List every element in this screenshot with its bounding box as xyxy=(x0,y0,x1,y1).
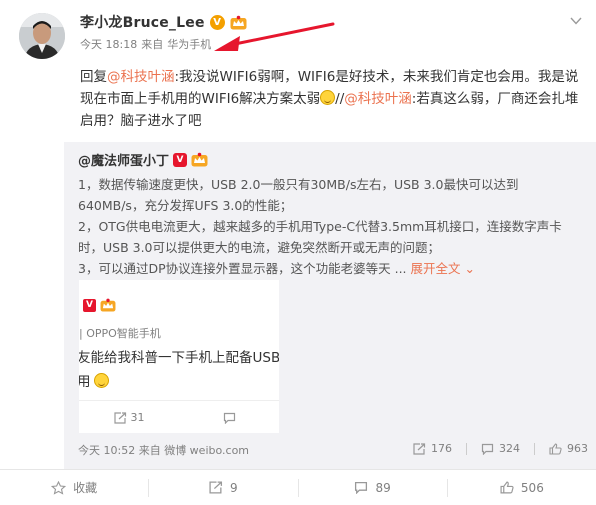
original-author-name[interactable]: @魔法师蛋小丁 xyxy=(78,150,169,169)
original-author: @魔法师蛋小丁 V xyxy=(78,150,208,169)
mention-link[interactable]: @科技叶涵 xyxy=(107,69,175,85)
original-text: 1，数据传输速度更快，USB 2.0一般只有30MB/s左右，USB 3.0最快… xyxy=(78,174,583,279)
comment-icon xyxy=(223,412,235,424)
divider xyxy=(534,442,535,455)
original-line-text: 3，可以通过DP协议连接外置显示器，这个功能老婆等天 ... xyxy=(78,261,411,276)
post-action-bar: 收藏 9 89 506 xyxy=(0,469,596,505)
weibo-post-card: 李小龙Bruce_Lee V 今天 18:18 来自 华为手机 回复@科技叶涵:… xyxy=(0,0,596,504)
annotation-arrow-icon xyxy=(214,22,335,51)
share-icon xyxy=(209,481,223,494)
avatar[interactable] xyxy=(19,13,65,59)
repost-count: 9 xyxy=(230,480,238,495)
original-line: 1，数据传输速度更快，USB 2.0一般只有30MB/s左右，USB 3.0最快… xyxy=(78,177,519,213)
share-icon xyxy=(113,411,126,424)
embed-text-line: 用 xyxy=(79,370,109,390)
thumbs-up-icon xyxy=(549,442,562,455)
original-line: 3，可以通过DP协议连接外置显示器，这个功能老婆等天 ... 展开全文 ⌄ xyxy=(78,258,583,279)
original-comment-button[interactable]: 324 xyxy=(481,442,520,455)
comment-count: 89 xyxy=(375,480,391,495)
mention-link[interactable]: @科技叶涵 xyxy=(344,91,412,107)
laugh-cry-emoji-icon xyxy=(320,90,336,105)
avatar-image xyxy=(19,13,65,59)
chevron-down-icon[interactable] xyxy=(570,16,582,26)
embed-repost-count: 31 xyxy=(130,411,145,424)
post-time[interactable]: 今天 18:18 xyxy=(80,36,137,52)
embed-source: | OPPO智能手机 xyxy=(79,327,161,340)
embedded-post-card[interactable]: V | OPPO智能手机 友能给我科普一下手机上配备USB 用 31 xyxy=(79,280,279,433)
post-meta: 今天 18:18 来自 华为手机 xyxy=(80,36,211,52)
verified-badge-icon: V xyxy=(83,298,96,312)
original-line: 2，OTG供电电流更大，越来越多的手机用Type-C代替3.5mm耳机接口，连接… xyxy=(78,219,562,255)
from-label: 来自 xyxy=(141,38,164,51)
favorite-button[interactable]: 收藏 xyxy=(0,479,148,497)
comment-icon xyxy=(481,443,494,455)
post-text: 回复@科技叶涵:我没说WIFI6弱啊，WIFI6是好技术，未来我们肯定也会用。我… xyxy=(80,66,580,132)
embed-text: 友能给我科普一下手机上配备USB xyxy=(79,350,279,366)
star-icon xyxy=(51,480,67,495)
reply-prefix: 回复 xyxy=(80,69,107,85)
reply-separator: // xyxy=(335,91,345,107)
like-count: 506 xyxy=(520,480,544,495)
reposted-content[interactable]: @魔法师蛋小丁 V 1，数据传输速度更快，USB 2.0一般只有30MB/s左右… xyxy=(64,142,596,469)
expand-full-text-link[interactable]: 展开全文 ⌄ xyxy=(410,261,474,276)
vip-crown-icon xyxy=(100,298,116,312)
embed-comment-button[interactable] xyxy=(179,412,279,424)
verified-badge-icon: V xyxy=(173,152,188,167)
embed-text: 用 xyxy=(79,374,91,390)
original-like-button[interactable]: 963 xyxy=(549,442,588,455)
embed-repost-button[interactable]: 31 xyxy=(79,411,179,424)
vip-crown-icon xyxy=(191,152,208,167)
share-icon xyxy=(413,442,426,455)
favorite-label: 收藏 xyxy=(73,481,98,495)
thumbs-up-icon xyxy=(500,481,514,494)
repost-button[interactable]: 9 xyxy=(148,478,297,497)
comment-icon xyxy=(355,482,368,494)
like-button[interactable]: 506 xyxy=(446,478,596,497)
embed-badges: V xyxy=(83,298,116,312)
original-time-source[interactable]: 今天 10:52 来自 微博 weibo.com xyxy=(78,442,249,458)
comment-button[interactable]: 89 xyxy=(297,478,447,497)
expand-arrow-icon: ⌄ xyxy=(464,261,475,276)
laugh-cry-emoji-icon xyxy=(93,372,109,388)
author-name[interactable]: 李小龙Bruce_Lee xyxy=(80,12,205,32)
original-stats: 176 324 963 xyxy=(413,442,588,455)
divider xyxy=(466,442,467,455)
original-footer: 今天 10:52 来自 微博 weibo.com 176 324 963 xyxy=(78,442,588,458)
original-repost-button[interactable]: 176 xyxy=(413,442,452,455)
embed-action-bar: 31 xyxy=(79,400,279,433)
